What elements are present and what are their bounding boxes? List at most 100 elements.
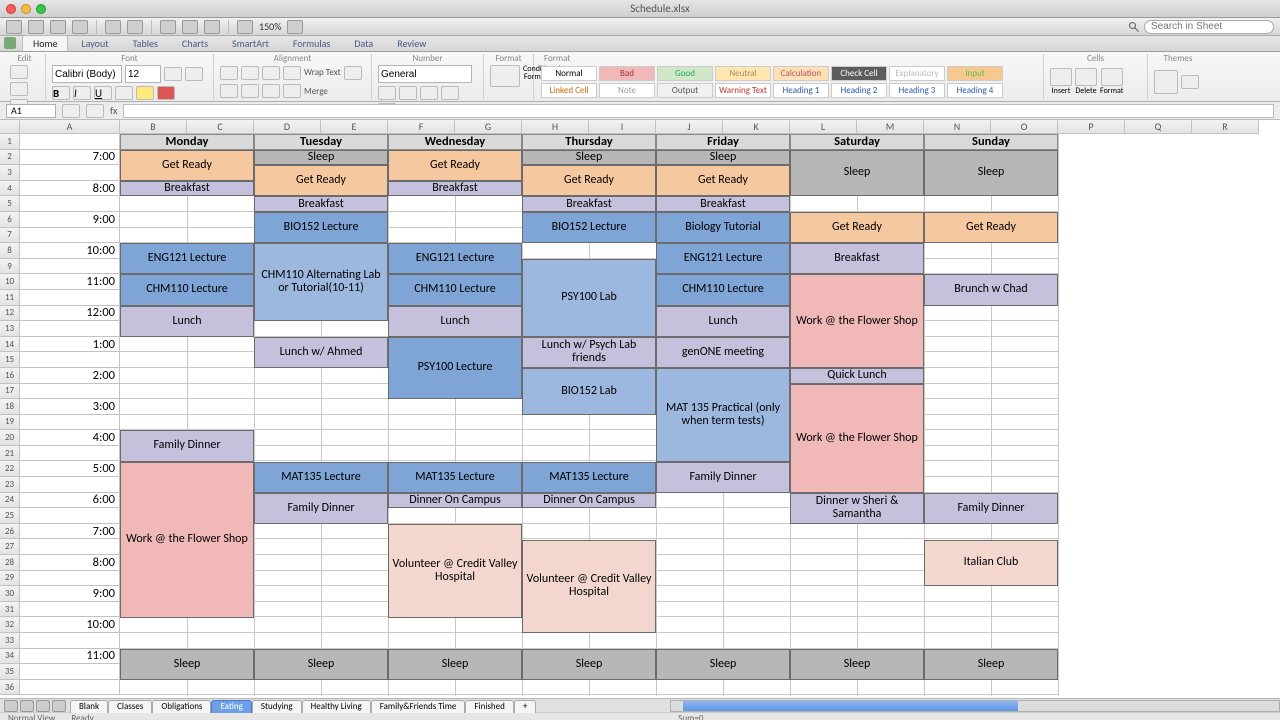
shrink-font-icon[interactable] (185, 67, 203, 81)
column-header[interactable]: H (522, 120, 589, 134)
column-header[interactable]: F (388, 120, 455, 134)
sheet-tab[interactable]: Healthy Living (302, 700, 371, 713)
schedule-block[interactable]: MAT135 Lecture (388, 462, 522, 493)
align-bottom-icon[interactable] (262, 66, 280, 80)
home-icon[interactable] (4, 37, 16, 49)
schedule-block[interactable]: CHM110 Alternating Lab or Tutorial(10-11… (254, 243, 388, 321)
schedule-block[interactable]: CHM110 Lecture (120, 274, 254, 305)
schedule-block[interactable]: BIO152 Lecture (254, 212, 388, 243)
schedule-block[interactable]: Family Dinner (120, 430, 254, 461)
style-swatch[interactable]: Explanatory (889, 66, 945, 81)
paste-button[interactable] (10, 65, 28, 79)
style-swatch[interactable]: Warning Text (715, 83, 771, 98)
row-header[interactable]: 21 (0, 446, 20, 462)
style-swatch[interactable]: Heading 4 (947, 83, 1003, 98)
schedule-block[interactable]: Sleep (522, 150, 656, 166)
schedule-block[interactable]: ENG121 Lecture (656, 243, 790, 274)
tab-nav-last-icon[interactable] (52, 700, 66, 712)
schedule-block[interactable]: Family Dinner (254, 493, 388, 524)
delete-button[interactable] (1075, 68, 1097, 86)
schedule-block[interactable]: Work @ the Flower Shop (120, 462, 254, 618)
schedule-block[interactable]: Lunch (656, 306, 790, 337)
row-header[interactable]: 22 (0, 461, 20, 477)
link-icon[interactable] (127, 20, 143, 34)
schedule-block[interactable]: MAT 135 Practical (only when term tests) (656, 368, 790, 462)
row-header[interactable]: 7 (0, 228, 20, 244)
sheet-tab[interactable]: Finished (465, 700, 513, 713)
sort-icon[interactable] (160, 20, 176, 34)
percent-icon[interactable] (399, 86, 417, 100)
row-header[interactable]: 3 (0, 165, 20, 181)
schedule-block[interactable]: Lunch (388, 306, 522, 337)
insert-button[interactable] (1050, 68, 1072, 86)
schedule-block[interactable]: Breakfast (522, 196, 656, 212)
sheet-tab[interactable]: Studying (252, 700, 302, 713)
column-header[interactable]: K (723, 120, 790, 134)
schedule-block[interactable]: Work @ the Flower Shop (790, 384, 924, 493)
schedule-block[interactable]: Breakfast (254, 196, 388, 212)
schedule-block[interactable]: Sleep (254, 649, 388, 680)
row-header[interactable]: 14 (0, 337, 20, 353)
fill-button[interactable] (10, 82, 28, 96)
orientation-icon[interactable] (283, 66, 301, 80)
ribbon-tab-layout[interactable]: Layout (70, 35, 119, 51)
schedule-block[interactable]: Sleep (790, 649, 924, 680)
align-center-icon[interactable] (220, 84, 238, 98)
row-header[interactable]: 19 (0, 415, 20, 431)
row-header[interactable]: 4 (0, 181, 20, 197)
ribbon-tab-tables[interactable]: Tables (122, 35, 169, 51)
fx-icon[interactable]: fx (110, 104, 117, 117)
schedule-block[interactable]: Get Ready (254, 165, 388, 196)
schedule-block[interactable]: Sleep (120, 649, 254, 680)
row-header[interactable]: 33 (0, 633, 20, 649)
font-select[interactable] (52, 65, 122, 83)
row-header[interactable]: 36 (0, 680, 20, 696)
fill-color-button[interactable] (136, 86, 154, 100)
schedule-block[interactable]: Sleep (790, 150, 924, 197)
row-header[interactable]: 12 (0, 306, 20, 322)
schedule-block[interactable]: Get Ready (790, 212, 924, 243)
align-top-icon[interactable] (220, 66, 238, 80)
schedule-block[interactable]: Sleep (388, 649, 522, 680)
ribbon-tab-smartart[interactable]: SmartArt (221, 35, 280, 51)
column-header[interactable]: L (790, 120, 857, 134)
merge-button[interactable]: Merge (304, 86, 328, 97)
schedule-block[interactable]: Breakfast (656, 196, 790, 212)
style-swatch[interactable]: Good (657, 66, 713, 81)
schedule-block[interactable]: Breakfast (388, 181, 522, 197)
row-header[interactable]: 30 (0, 586, 20, 602)
style-swatch[interactable]: Linked Cell (541, 83, 597, 98)
column-header[interactable]: O (991, 120, 1058, 134)
themes-aa-button[interactable] (1181, 75, 1199, 89)
filter-icon[interactable] (182, 20, 198, 34)
row-header[interactable]: 11 (0, 290, 20, 306)
horizontal-scrollbar[interactable] (670, 700, 1280, 712)
schedule-block[interactable]: Sleep (924, 649, 1058, 680)
schedule-block[interactable]: Sleep (656, 150, 790, 166)
column-header[interactable]: I (589, 120, 656, 134)
align-right-icon[interactable] (241, 84, 259, 98)
zoom-level[interactable]: 150% (259, 20, 281, 33)
row-header[interactable]: 29 (0, 571, 20, 587)
schedule-block[interactable]: Lunch w/ Ahmed (254, 337, 388, 368)
conditional-formatting-button[interactable] (490, 65, 520, 87)
italic-button[interactable]: I (73, 86, 91, 100)
schedule-block[interactable]: Sleep (254, 150, 388, 166)
schedule-block[interactable]: Family Dinner (924, 493, 1058, 524)
column-header[interactable]: E (321, 120, 388, 134)
themes-button[interactable] (1154, 70, 1178, 94)
schedule-block[interactable]: Breakfast (790, 243, 924, 274)
row-header[interactable]: 1 (0, 134, 20, 150)
search-input[interactable] (1144, 20, 1274, 34)
column-header[interactable]: N (924, 120, 991, 134)
column-header[interactable]: J (656, 120, 723, 134)
schedule-block[interactable]: Biology Tutorial (656, 212, 790, 243)
row-header[interactable]: 25 (0, 508, 20, 524)
row-header[interactable]: 20 (0, 430, 20, 446)
sheet-tab[interactable]: Family&Friends Time (371, 700, 466, 713)
schedule-block[interactable]: Dinner On Campus (522, 493, 656, 509)
schedule-block[interactable]: BIO152 Lab (522, 368, 656, 415)
row-header[interactable]: 9 (0, 259, 20, 275)
formula-input[interactable] (123, 104, 1274, 118)
column-header[interactable]: M (857, 120, 924, 134)
